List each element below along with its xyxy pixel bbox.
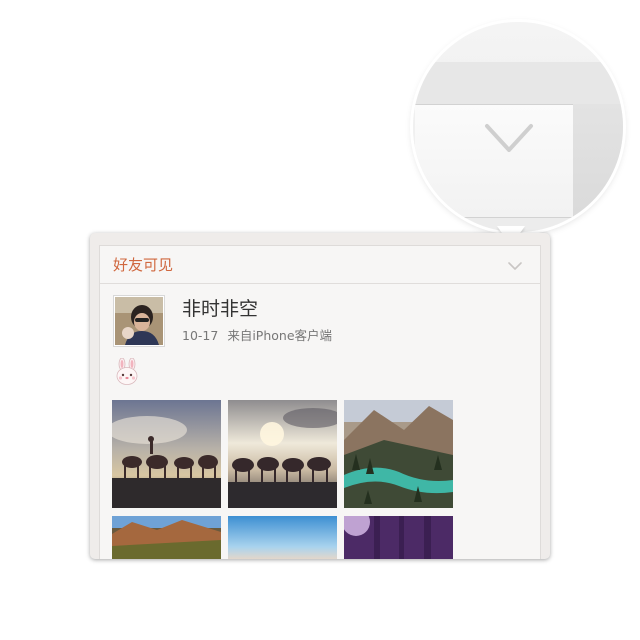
photo-thumbnail[interactable] [228, 516, 337, 559]
photo-thumbnail[interactable] [228, 400, 337, 508]
photo-thumbnail[interactable] [112, 400, 221, 508]
magnifier-callout [413, 22, 623, 232]
rabbit-emoji-icon [116, 358, 138, 385]
post-date: 10-17 [182, 328, 219, 343]
post-header: 好友可见 [100, 246, 540, 284]
post-meta: 10-17 来自iPhone客户端 [182, 325, 332, 344]
username[interactable]: 非时非空 [182, 294, 258, 321]
visibility-label: 好友可见 [113, 256, 174, 274]
photo-thumbnail[interactable] [344, 400, 453, 508]
photo-thumbnail[interactable] [344, 516, 453, 559]
post-card-inner: 好友可见 非时非空 10-17 来自iPhone客户端 [99, 245, 541, 559]
magnified-header [413, 62, 623, 105]
dropdown-chevron-icon[interactable] [508, 261, 522, 271]
photo-thumbnail[interactable] [112, 516, 221, 559]
post-card: 好友可见 非时非空 10-17 来自iPhone客户端 [90, 233, 550, 559]
chevron-down-icon [485, 124, 533, 152]
magnified-side [573, 104, 623, 216]
post-source[interactable]: 来自iPhone客户端 [227, 328, 332, 343]
avatar[interactable] [113, 295, 165, 347]
